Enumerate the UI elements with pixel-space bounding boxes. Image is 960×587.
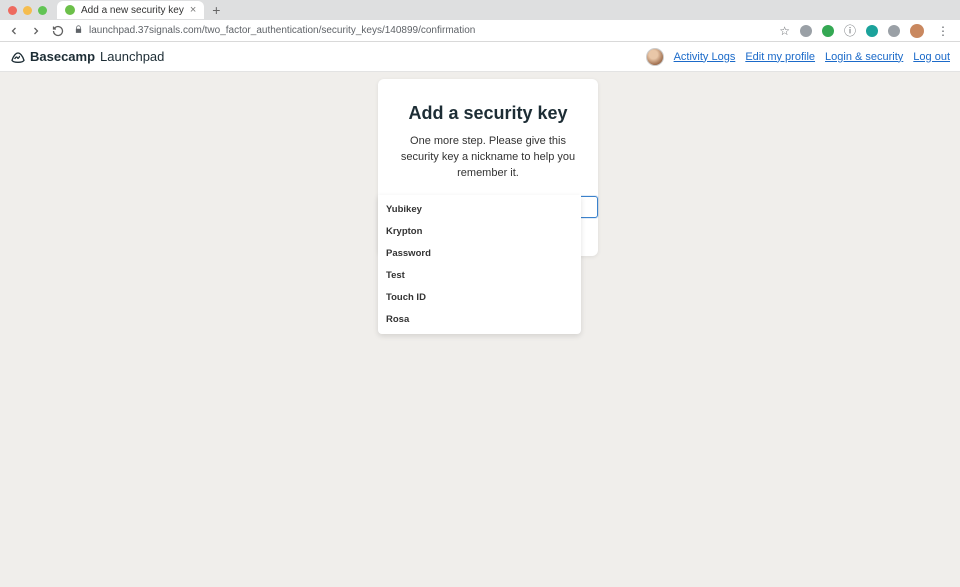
basecamp-logo-icon [10,49,26,65]
browser-chrome: Add a new security key × + launchpad.37s… [0,0,960,42]
toolbar-right: ☆ ⓘ ⋮ [779,22,952,39]
app-header: Basecamp Launchpad Activity Logs Edit my… [0,42,960,72]
lock-icon [74,25,83,37]
browser-tab[interactable]: Add a new security key × [57,1,204,19]
extension-icon[interactable] [800,25,812,37]
close-tab-icon[interactable]: × [190,4,196,16]
autocomplete-dropdown: Yubikey Krypton Password Test Touch ID R… [378,195,581,334]
extension-icon[interactable] [888,25,900,37]
url-text: launchpad.37signals.com/two_factor_authe… [89,25,475,36]
extension-icon[interactable] [822,25,834,37]
new-tab-button[interactable]: + [212,2,220,18]
card-title: Add a security key [398,103,578,124]
bookmark-icon[interactable]: ☆ [779,24,790,38]
address-bar: launchpad.37signals.com/two_factor_authe… [0,20,960,42]
user-avatar[interactable] [646,48,664,66]
logo[interactable]: Basecamp Launchpad [10,49,164,65]
profile-avatar[interactable] [910,24,924,38]
tab-bar: Add a new security key × + [0,0,960,20]
product-text: Launchpad [100,49,164,64]
browser-menu-icon[interactable]: ⋮ [934,24,952,38]
tab-title: Add a new security key [81,5,184,16]
window-controls [8,6,47,15]
maximize-window-button[interactable] [38,6,47,15]
close-window-button[interactable] [8,6,17,15]
back-button[interactable] [8,25,20,37]
brand-text: Basecamp [30,49,95,64]
logout-link[interactable]: Log out [913,51,950,63]
autocomplete-option[interactable]: Rosa [378,309,581,330]
login-security-link[interactable]: Login & security [825,51,903,63]
forward-button[interactable] [30,25,42,37]
autocomplete-option[interactable]: Password [378,243,581,264]
autocomplete-option[interactable]: Touch ID [378,287,581,308]
autocomplete-option[interactable]: Krypton [378,221,581,242]
extension-icon[interactable] [866,25,878,37]
reload-button[interactable] [52,25,64,37]
header-nav: Activity Logs Edit my profile Login & se… [646,48,950,66]
extension-icon[interactable]: ⓘ [844,22,856,39]
activity-logs-link[interactable]: Activity Logs [674,51,736,63]
favicon-icon [65,5,75,15]
autocomplete-option[interactable]: Test [378,265,581,286]
autocomplete-option[interactable]: Yubikey [378,199,581,220]
card-subtitle: One more step. Please give this security… [398,134,578,182]
edit-profile-link[interactable]: Edit my profile [745,51,815,63]
page-content: Add a security key One more step. Please… [0,72,960,587]
minimize-window-button[interactable] [23,6,32,15]
url-field[interactable]: launchpad.37signals.com/two_factor_authe… [74,25,769,37]
